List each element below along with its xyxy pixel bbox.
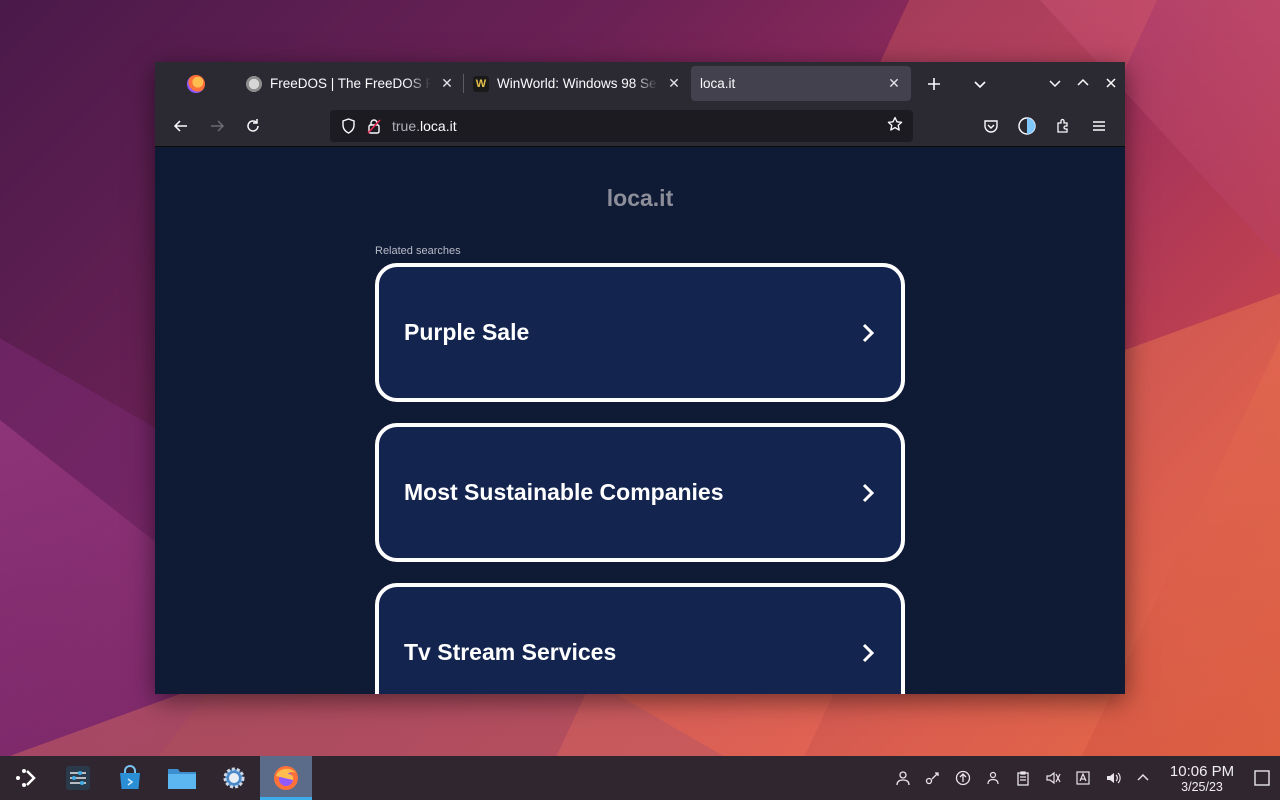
- file-manager-icon: [168, 769, 196, 789]
- digital-clock[interactable]: 10:06 PM 3/25/23: [1164, 763, 1240, 794]
- close-tab-icon[interactable]: ✕: [666, 75, 682, 92]
- show-desktop-icon: [1254, 770, 1270, 786]
- extensions-button[interactable]: [1045, 118, 1081, 134]
- maximize-button[interactable]: [1069, 76, 1097, 92]
- chevron-right-icon: [857, 642, 879, 664]
- settings-button[interactable]: [208, 756, 260, 800]
- system-settings-button[interactable]: [52, 756, 104, 800]
- chevron-down-icon: [974, 80, 986, 88]
- bookmark-star-icon[interactable]: [887, 116, 903, 137]
- close-tab-icon[interactable]: ✕: [886, 75, 902, 92]
- hamburger-menu-icon: [1093, 121, 1105, 131]
- application-launcher-button[interactable]: [0, 756, 52, 800]
- microphone-muted-icon[interactable]: [1038, 756, 1068, 800]
- pocket-icon: [984, 120, 998, 133]
- firefox-icon: [274, 766, 298, 790]
- puzzle-icon: [1057, 118, 1068, 133]
- reload-button[interactable]: [235, 110, 271, 142]
- insecure-lock-icon[interactable]: [366, 118, 382, 134]
- updates-icon[interactable]: [948, 756, 978, 800]
- tab-bar: FreeDOS | The FreeDOS Project ✕ W WinWor…: [155, 62, 1125, 105]
- system-settings-icon: [66, 766, 90, 790]
- chevron-up-icon[interactable]: [1128, 756, 1158, 800]
- forward-button[interactable]: [199, 110, 235, 142]
- related-searches-label: Related searches: [375, 245, 461, 257]
- arrow-right-icon: [211, 119, 225, 132]
- tab-title: loca.it: [700, 76, 736, 91]
- plus-icon: [928, 77, 940, 90]
- related-search-card[interactable]: Purple Sale: [375, 263, 905, 402]
- clock-date: 3/25/23: [1181, 779, 1223, 794]
- tab-freedos[interactable]: FreeDOS | The FreeDOS Project ✕: [237, 62, 464, 105]
- navigation-toolbar: true.loca.it: [155, 105, 1125, 147]
- discover-store-icon: [120, 765, 140, 789]
- chevron-down-icon: [1049, 79, 1061, 87]
- card-label: Tv Stream Services: [404, 639, 617, 665]
- chevron-up-icon: [1077, 78, 1089, 86]
- account-icon: [1018, 117, 1036, 135]
- page-content: loca.it Related searches Purple Sale Mos…: [155, 147, 1125, 694]
- winworld-icon: W: [473, 75, 489, 92]
- tab-loca[interactable]: loca.it ✕: [691, 66, 911, 101]
- tracking-protection-shield-icon[interactable]: [340, 118, 356, 134]
- freedos-icon: [246, 75, 262, 92]
- firefox-task-button[interactable]: [260, 756, 312, 800]
- input-method-icon[interactable]: [1068, 756, 1098, 800]
- close-tab-icon[interactable]: ✕: [439, 75, 455, 92]
- firefox-window: FreeDOS | The FreeDOS Project ✕ W WinWor…: [155, 62, 1125, 694]
- card-label: Most Sustainable Companies: [404, 479, 724, 505]
- tab-title: FreeDOS | The FreeDOS Project: [270, 76, 431, 91]
- discover-button[interactable]: [104, 756, 156, 800]
- menu-button[interactable]: [1081, 118, 1117, 134]
- list-all-tabs-button[interactable]: [957, 62, 1003, 105]
- settings-gear-icon: [223, 767, 245, 789]
- site-title: loca.it: [606, 185, 674, 211]
- chevron-right-icon: [857, 322, 879, 344]
- toolbar-right: [973, 105, 1117, 147]
- user-switch-icon[interactable]: [978, 756, 1008, 800]
- taskbar-apps: [0, 756, 312, 800]
- related-search-card[interactable]: Most Sustainable Companies: [375, 423, 905, 562]
- firefox-icon: [187, 74, 205, 93]
- related-search-card[interactable]: Tv Stream Services: [375, 583, 905, 694]
- minimize-button[interactable]: [1041, 76, 1069, 92]
- kde-connect-icon[interactable]: [918, 756, 948, 800]
- back-button[interactable]: [163, 110, 199, 142]
- close-icon: [1106, 77, 1116, 88]
- taskbar: 10:06 PM 3/25/23: [0, 756, 1280, 800]
- chevron-right-icon: [857, 482, 879, 504]
- clipboard-icon[interactable]: [1008, 756, 1038, 800]
- firefox-view-button[interactable]: [155, 62, 237, 105]
- window-controls: [1041, 62, 1125, 105]
- url-subdomain: true.: [392, 118, 421, 134]
- url-text[interactable]: true.loca.it: [392, 118, 877, 134]
- system-tray: 10:06 PM 3/25/23: [888, 756, 1280, 800]
- new-tab-button[interactable]: [911, 62, 957, 105]
- pocket-button[interactable]: [973, 118, 1009, 134]
- url-bar[interactable]: true.loca.it: [330, 110, 913, 142]
- file-manager-button[interactable]: [156, 756, 208, 800]
- show-desktop-button[interactable]: [1244, 756, 1280, 800]
- url-domain: loca.it: [420, 118, 457, 134]
- tab-title: WinWorld: Windows 98 Second Edition: [497, 76, 658, 91]
- tab-winworld[interactable]: W WinWorld: Windows 98 Second Edition ✕: [464, 62, 691, 105]
- clock-time: 10:06 PM: [1169, 762, 1235, 780]
- application-launcher-icon: [16, 769, 36, 787]
- close-window-button[interactable]: [1097, 76, 1125, 92]
- volume-icon[interactable]: [1098, 756, 1128, 800]
- account-button[interactable]: [1009, 117, 1045, 135]
- user-icon[interactable]: [888, 756, 918, 800]
- reload-icon: [247, 118, 259, 132]
- arrow-left-icon: [173, 119, 187, 132]
- card-label: Purple Sale: [404, 319, 530, 345]
